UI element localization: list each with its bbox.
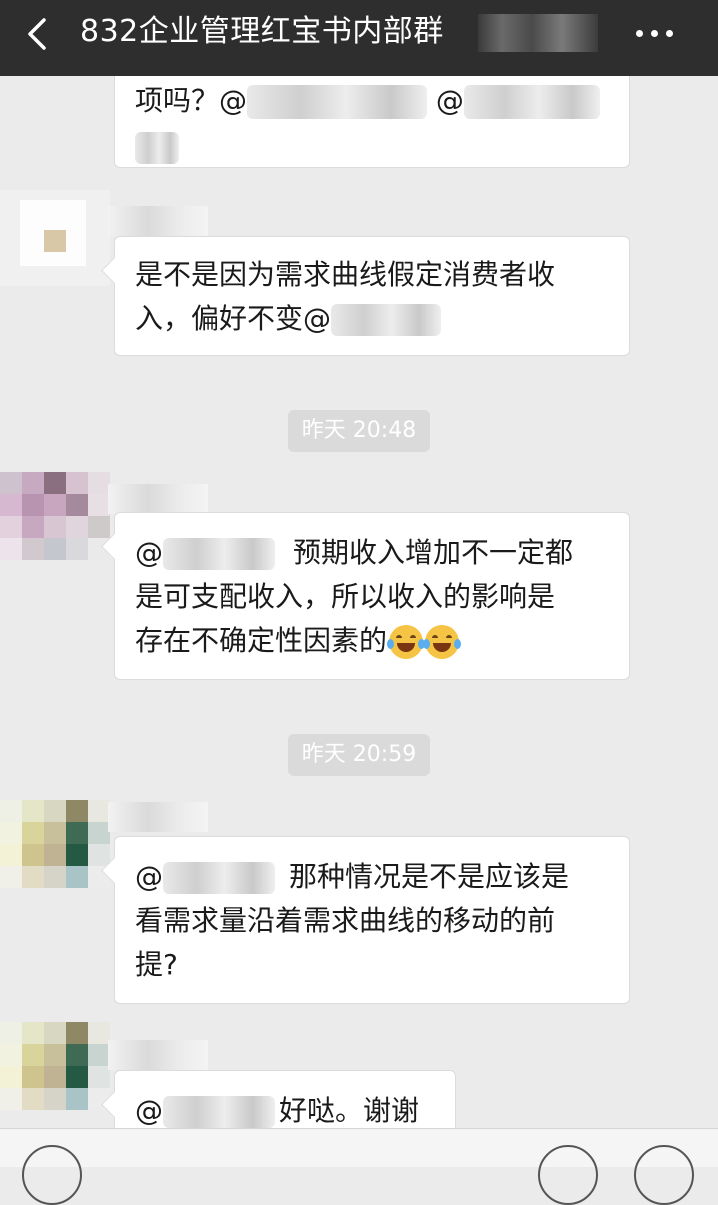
emoji-icon[interactable] [538, 1145, 598, 1205]
message-text: @ [135, 860, 163, 893]
message-text: 项吗？@ [135, 84, 248, 117]
message-text: 提? [135, 948, 178, 981]
redacted-mention [135, 132, 179, 164]
chat-title: 832企业管理红宝书内部群 [80, 14, 444, 49]
voice-toggle-icon[interactable] [22, 1145, 82, 1205]
plus-icon[interactable] [634, 1145, 694, 1205]
message-text: @ [135, 1094, 163, 1127]
more-dots-icon[interactable] [636, 22, 686, 42]
redacted-mention [163, 538, 275, 570]
message-bubble: @ 那种情况是不是应该是 看需求量沿着需求曲线的移动的前 提? [101, 836, 630, 1004]
message-text: 入，偏好不变@ [135, 302, 332, 335]
message-bubble: @ 预期收入增加不一定都 是可支配收入，所以收入的影响是 存在不确定性因素的 [101, 512, 630, 680]
message-text: @ [135, 536, 163, 569]
avatar[interactable] [0, 190, 110, 290]
input-bar [0, 1128, 718, 1205]
redacted-nickname [108, 1040, 208, 1070]
message-text: 是可支配收入，所以收入的影响是 [135, 580, 556, 613]
message-text: 预期收入增加不一定都 [293, 536, 574, 569]
message-text: 好哒。谢谢 [279, 1094, 420, 1127]
chevron-left-icon[interactable] [20, 14, 60, 54]
tears-of-joy-emoji-icon [387, 625, 426, 659]
message-text: 存在不确定性因素的 [135, 624, 388, 657]
avatar[interactable] [0, 1022, 110, 1122]
redacted-nickname [108, 802, 208, 832]
timestamp: 昨天 20:48 [288, 410, 430, 452]
message-bubble: 项吗？@ @ [114, 60, 630, 168]
message-text: 是不是因为需求曲线假定消费者收 [135, 258, 556, 291]
redacted-nickname [108, 206, 208, 236]
redacted-mention [331, 304, 442, 336]
redacted-mention [247, 85, 428, 119]
redacted-mention [163, 1096, 275, 1128]
redacted-title-suffix [478, 14, 598, 52]
avatar[interactable] [0, 472, 110, 572]
message-text: 那种情况是不是应该是 [289, 860, 570, 893]
redacted-mention [463, 85, 600, 119]
redacted-nickname [108, 484, 208, 514]
avatar[interactable] [0, 800, 110, 900]
timestamp: 昨天 20:59 [288, 734, 430, 776]
message-bubble: 是不是因为需求曲线假定消费者收 入，偏好不变@ [101, 236, 630, 356]
message-text: @ [435, 84, 464, 117]
redacted-mention [163, 862, 275, 894]
message-text: 看需求量沿着需求曲线的移动的前 [135, 904, 556, 937]
tears-of-joy-emoji-icon [423, 625, 462, 659]
chat-header: 832企业管理红宝书内部群 [0, 0, 718, 76]
